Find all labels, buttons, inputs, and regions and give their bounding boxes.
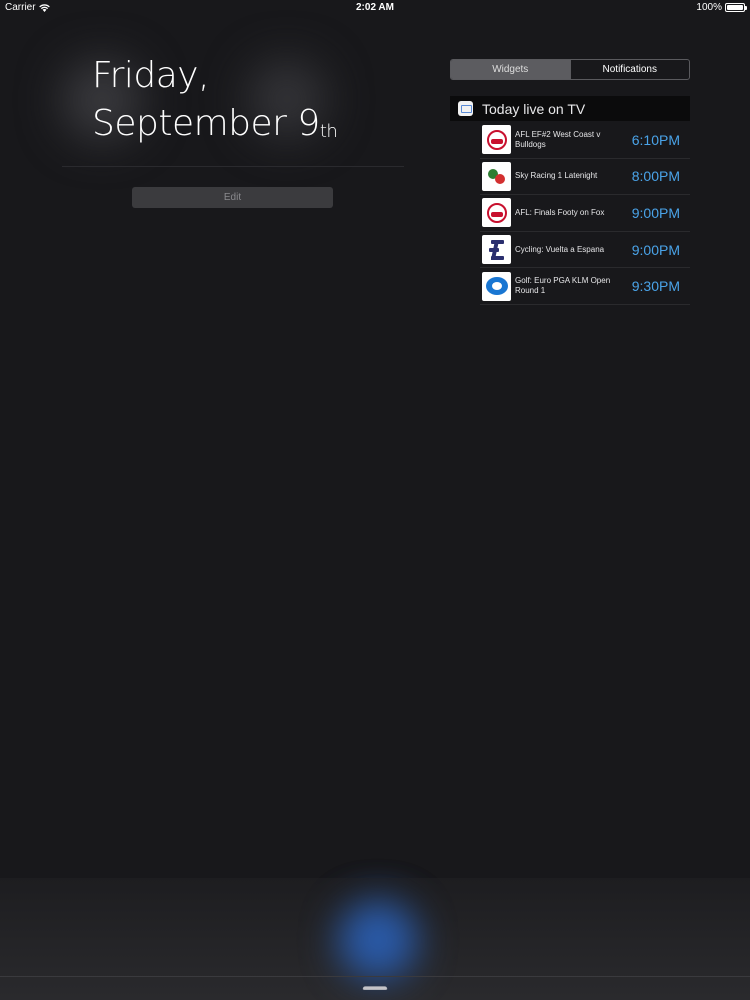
list-item[interactable]: Golf: Euro PGA KLM Open Round 1 9:30PM <box>480 268 690 305</box>
show-time: 8:00PM <box>631 168 680 185</box>
list-item[interactable]: AFL EF#2 West Coast v Bulldogs 6:10PM <box>480 122 690 159</box>
widgets-notifications-segmented-control: Widgets Notifications <box>450 59 690 80</box>
battery-icon <box>725 3 747 12</box>
widget-title: Today live on TV <box>482 100 586 117</box>
date-display: Friday, September 9th <box>92 52 338 148</box>
show-title: AFL EF#2 West Coast v Bulldogs <box>515 129 601 149</box>
grabber-handle[interactable] <box>362 982 388 992</box>
list-item[interactable]: Cycling: Vuelta a Espana 9:00PM <box>480 232 690 269</box>
edit-button[interactable]: Edit <box>132 187 333 208</box>
divider <box>0 976 750 977</box>
show-time: 6:10PM <box>631 131 680 148</box>
tv-listing: AFL EF#2 West Coast v Bulldogs 6:10PM Sk… <box>480 122 690 305</box>
status-right: 100% <box>696 2 747 13</box>
show-time: 9:00PM <box>631 241 680 258</box>
sky-racing-icon <box>482 161 511 191</box>
show-title: Cycling: Vuelta a Espana <box>515 244 605 254</box>
widget-header[interactable]: Today live on TV <box>450 96 690 121</box>
fox-footy-icon <box>482 198 511 228</box>
tv-app-icon <box>458 101 473 116</box>
status-time: 2:02 AM <box>356 2 394 13</box>
divider <box>62 166 404 167</box>
battery-percent: 100% <box>696 2 722 13</box>
today-view-screen: Carrier 2:02 AM 100% Friday, September 9… <box>0 0 750 1000</box>
dock-app-blur <box>338 900 418 980</box>
show-title: Sky Racing 1 Latenight <box>515 171 598 181</box>
list-item[interactable]: Sky Racing 1 Latenight 8:00PM <box>480 159 690 196</box>
eurosport-icon <box>482 235 511 265</box>
date-weekday: Friday, <box>92 55 210 96</box>
status-bar: Carrier 2:02 AM 100% <box>0 0 750 16</box>
date-month-day: September 9th <box>92 103 338 144</box>
show-title: AFL: Finals Footy on Fox <box>515 207 605 217</box>
fox-footy-icon <box>482 125 511 155</box>
fox-sports-icon <box>482 271 511 301</box>
list-item[interactable]: AFL: Finals Footy on Fox 9:00PM <box>480 195 690 232</box>
show-title: Golf: Euro PGA KLM Open Round 1 <box>515 276 611 296</box>
show-time: 9:30PM <box>631 278 680 295</box>
date-suffix: th <box>319 121 338 142</box>
tab-widgets[interactable]: Widgets <box>451 60 570 79</box>
show-time: 9:00PM <box>631 204 680 221</box>
tab-notifications[interactable]: Notifications <box>569 60 690 79</box>
